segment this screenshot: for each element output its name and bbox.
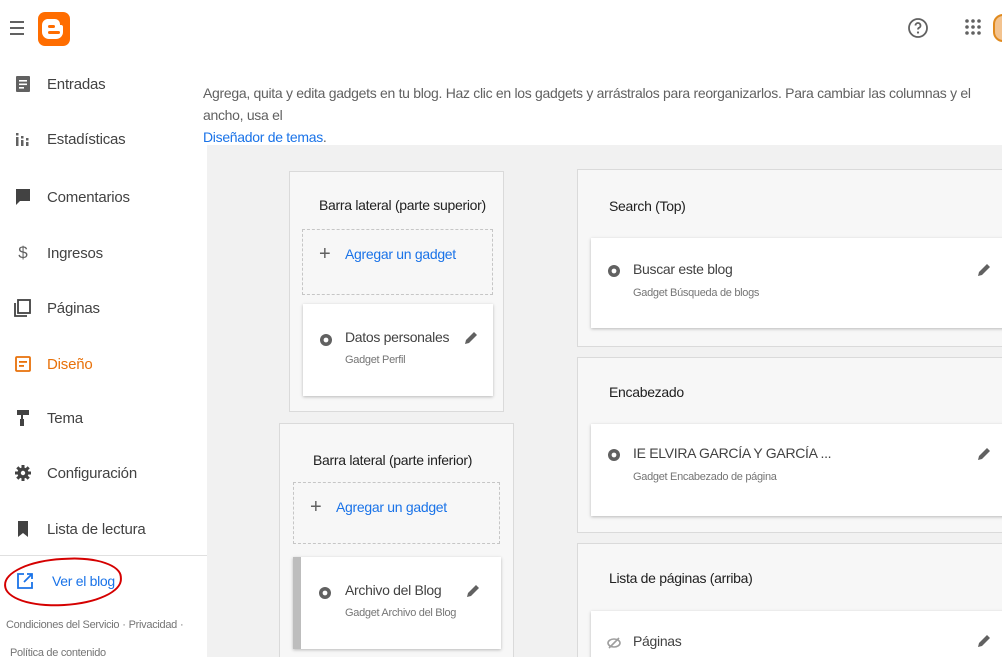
help-icon[interactable] [906, 16, 930, 40]
gadget-title: Buscar este blog [633, 261, 733, 277]
edit-pencil-icon[interactable] [463, 330, 479, 346]
footer-links: Condiciones del Servicio · Privacidad · [6, 619, 186, 631]
gadget-profile[interactable]: Datos personales Gadget Perfil [303, 304, 493, 396]
sidebar-item-label: Lista de lectura [47, 521, 146, 538]
avatar[interactable] [993, 14, 1002, 42]
intro-text: Agrega, quita y edita gadgets en tu blog… [203, 85, 971, 123]
external-link-icon [16, 572, 34, 590]
gadget-title: Datos personales [345, 329, 450, 345]
sidebar-item-earnings[interactable]: $ Ingresos [0, 233, 207, 273]
top-bar [0, 0, 1002, 64]
paint-roller-icon [13, 408, 33, 428]
sidebar-item-settings[interactable]: Configuración [0, 453, 207, 493]
sidebar-item-label: Diseño [47, 356, 93, 373]
intro-period: . [322, 129, 327, 145]
gear-icon [13, 463, 33, 483]
gadget-type: Gadget Archivo del Blog [345, 607, 457, 619]
sidebar-item-stats[interactable]: Estadísticas [0, 119, 207, 159]
gadget-blog-archive[interactable]: Archivo del Blog Gadget Archivo del Blog [293, 557, 501, 649]
apps-grid-icon[interactable] [962, 16, 984, 38]
footer-separator: · [122, 619, 126, 631]
sidebar-item-comments[interactable]: Comentarios [0, 177, 207, 217]
sidebar-item-label: Comentarios [47, 189, 130, 206]
sidebar-item-label: Páginas [47, 300, 100, 317]
gadget-page-header[interactable]: IE ELVIRA GARCÍA Y GARCÍA ... Gadget Enc… [591, 424, 1002, 516]
posts-icon [13, 74, 33, 94]
layout-canvas: Barra lateral (parte superior) + Agregar… [207, 145, 1002, 657]
sidebar-item-label: Entradas [47, 76, 106, 93]
comments-icon [13, 187, 33, 207]
layout-instructions: Agrega, quita y edita gadgets en tu blog… [203, 82, 1002, 148]
section-title: Encabezado [609, 384, 684, 400]
sidebar-nav: Entradas Estadísticas Comentarios $ Ingr… [0, 64, 207, 657]
visible-eye-icon [319, 587, 331, 599]
gadget-title: Páginas [633, 633, 682, 649]
section-title: Lista de páginas (arriba) [609, 570, 753, 586]
section-title: Barra lateral (parte inferior) [313, 452, 473, 468]
privacy-link[interactable]: Privacidad [129, 619, 178, 631]
edit-pencil-icon[interactable] [976, 262, 992, 278]
footer-separator: · [180, 619, 184, 631]
add-gadget-button[interactable]: + Agregar un gadget [302, 229, 493, 295]
edit-pencil-icon[interactable] [465, 583, 481, 599]
sidebar-item-layout[interactable]: Diseño [0, 344, 207, 384]
visible-eye-icon [320, 334, 332, 346]
sidebar-item-pages[interactable]: Páginas [0, 288, 207, 328]
view-blog-label: Ver el blog [52, 573, 115, 589]
section-header: Encabezado IE ELVIRA GARCÍA Y GARCÍA ...… [577, 357, 1002, 533]
section-sidebar-bottom: Barra lateral (parte inferior) + Agregar… [279, 423, 514, 657]
gadget-type: Gadget Búsqueda de blogs [633, 287, 760, 299]
gadget-title: Archivo del Blog [345, 582, 442, 598]
menu-icon[interactable] [10, 14, 28, 44]
section-search-top: Search (Top) Buscar este blog Gadget Bús… [577, 169, 1002, 347]
sidebar-item-label: Configuración [47, 465, 137, 482]
section-sidebar-top: Barra lateral (parte superior) + Agregar… [289, 171, 504, 412]
plus-icon: + [310, 496, 322, 518]
visible-eye-icon [608, 265, 620, 277]
view-blog-link[interactable]: Ver el blog [0, 564, 207, 600]
gadget-search[interactable]: Buscar este blog Gadget Búsqueda de blog… [591, 238, 1002, 328]
dollar-icon: $ [18, 243, 28, 262]
stats-icon [13, 129, 33, 149]
sidebar-item-posts[interactable]: Entradas [0, 64, 207, 104]
pages-icon [13, 298, 33, 318]
bookmark-icon [13, 519, 33, 539]
edit-pencil-icon[interactable] [976, 446, 992, 462]
terms-link[interactable]: Condiciones del Servicio [6, 619, 120, 631]
section-pages-list: Lista de páginas (arriba) Páginas [577, 543, 1002, 657]
section-title: Search (Top) [609, 198, 686, 214]
gadget-type: Gadget Encabezado de página [633, 471, 777, 483]
edit-pencil-icon[interactable] [976, 633, 992, 649]
add-gadget-label: Agregar un gadget [345, 246, 456, 262]
sidebar-item-theme[interactable]: Tema [0, 398, 207, 438]
gadget-title: IE ELVIRA GARCÍA Y GARCÍA ... [633, 445, 832, 461]
gadget-pages[interactable]: Páginas [591, 611, 1002, 657]
visible-eye-icon [608, 449, 620, 461]
blogger-logo-icon[interactable] [38, 12, 70, 46]
sidebar-item-label: Tema [47, 410, 83, 427]
add-gadget-label: Agregar un gadget [336, 499, 447, 515]
content-policy-link[interactable]: Política de contenido [10, 647, 106, 657]
drag-handle[interactable] [293, 557, 301, 649]
theme-designer-link[interactable]: Diseñador de temas [203, 129, 323, 145]
hidden-eye-icon [607, 637, 621, 649]
sidebar-item-reading-list[interactable]: Lista de lectura [0, 509, 207, 549]
gadget-type: Gadget Perfil [345, 354, 406, 366]
add-gadget-button[interactable]: + Agregar un gadget [293, 482, 500, 544]
sidebar-item-label: Estadísticas [47, 131, 126, 148]
section-title: Barra lateral (parte superior) [319, 197, 486, 213]
sidebar-divider [0, 555, 207, 556]
sidebar-item-label: Ingresos [47, 245, 103, 262]
plus-icon: + [319, 243, 331, 265]
layout-icon [13, 354, 33, 374]
